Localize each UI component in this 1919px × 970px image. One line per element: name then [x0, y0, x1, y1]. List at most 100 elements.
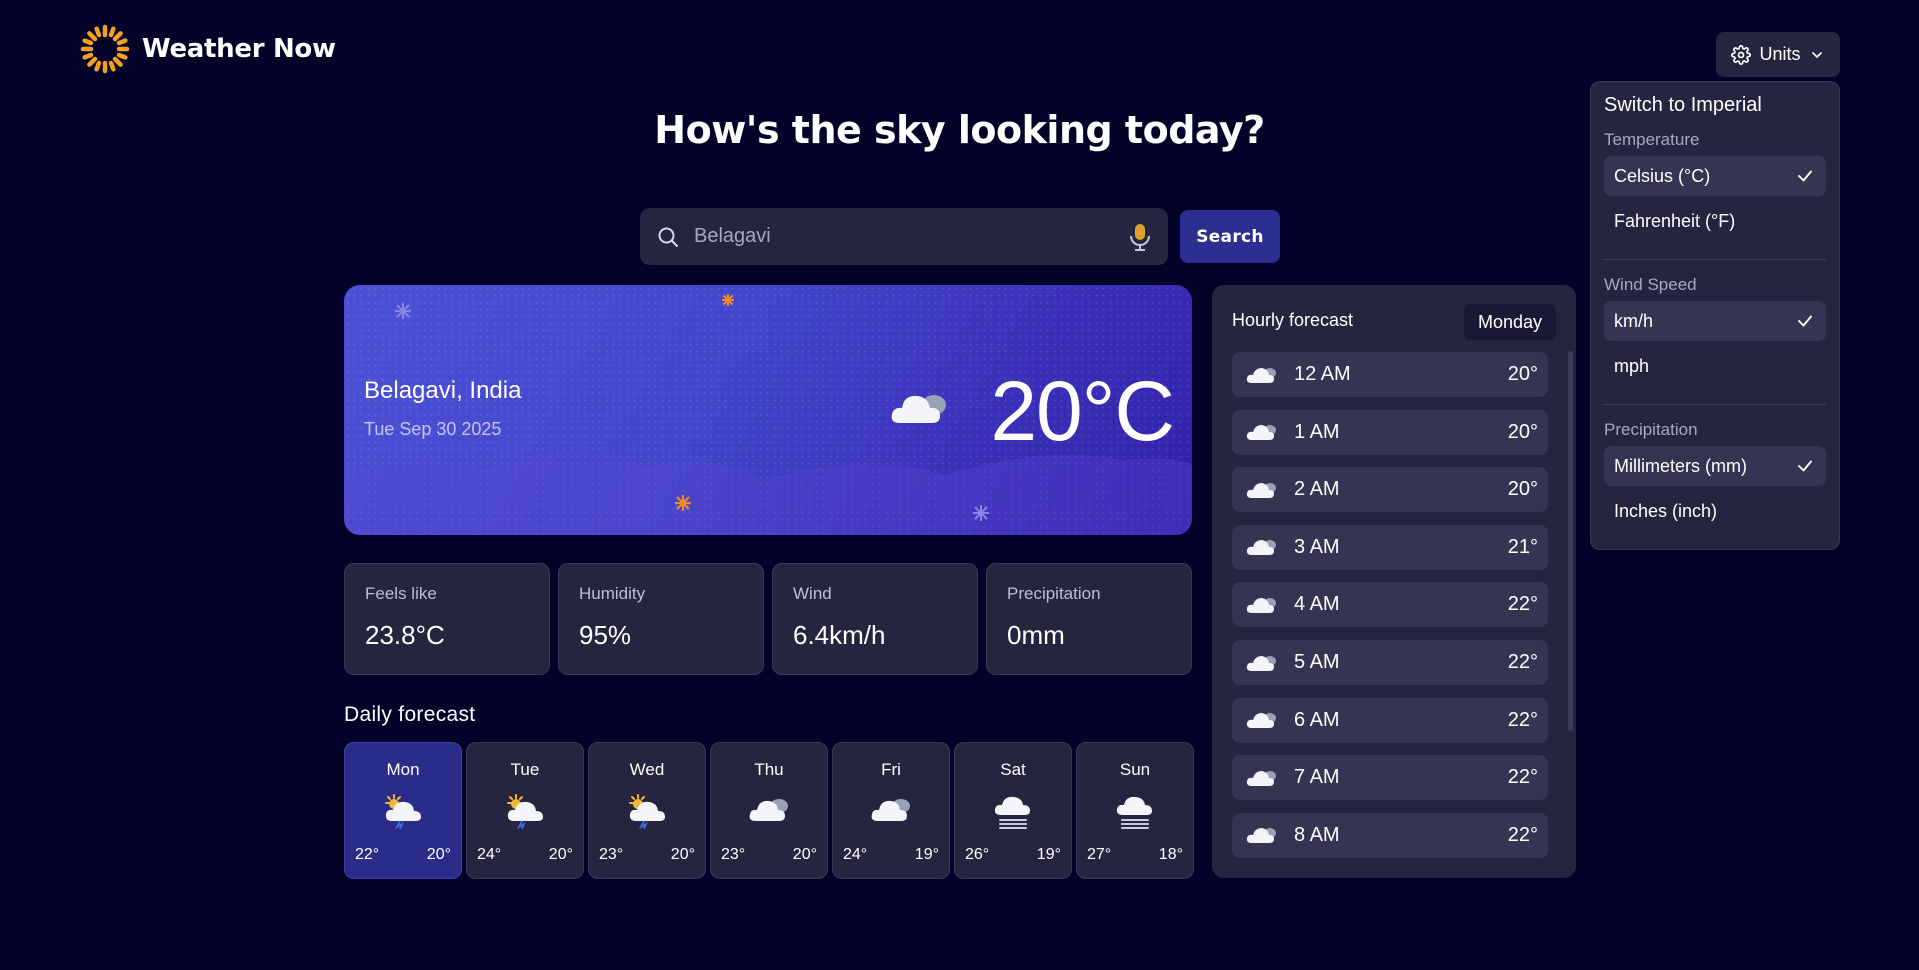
search-box[interactable]: [640, 208, 1168, 265]
microphone-icon[interactable]: [1128, 222, 1152, 252]
search-button[interactable]: Search: [1180, 210, 1280, 263]
unit-option-label: Millimeters (mm): [1614, 455, 1747, 476]
day-card-sun[interactable]: Sun 27° 18°: [1076, 742, 1194, 879]
day-name: Tue: [510, 760, 540, 779]
stat-label: Precipitation: [1007, 584, 1101, 603]
switch-to-imperial-button[interactable]: Switch to Imperial: [1604, 94, 1762, 117]
hour-time: 5 AM: [1294, 651, 1340, 673]
hour-temp: 22°: [1507, 766, 1538, 789]
day-name: Sat: [1000, 760, 1026, 779]
partly-cloudy-icon: [870, 793, 912, 829]
temperature-section-title: Temperature: [1604, 130, 1700, 149]
day-card-fri[interactable]: Fri 24° 19°: [832, 742, 950, 879]
hour-temp: 22°: [1507, 651, 1538, 673]
checkmark-icon: [1798, 315, 1812, 327]
hourly-scrollbar[interactable]: [1568, 351, 1573, 731]
day-select-dropdown[interactable]: Monday: [1464, 304, 1556, 340]
search-input[interactable]: [694, 225, 1114, 248]
sparkle-decoration: [973, 505, 989, 521]
gear-icon: [1731, 44, 1752, 65]
day-high-temp: 22°: [355, 846, 380, 863]
hourly-row: 3 AM 21°: [1232, 524, 1548, 570]
cloud-icon: [1246, 710, 1278, 730]
stat-card-humidity: Humidity 95%: [558, 563, 764, 675]
checkmark-icon: [1798, 170, 1812, 182]
day-card-wed[interactable]: Wed 23° 20°: [588, 742, 706, 879]
current-temperature: 20°C: [990, 364, 1175, 458]
unit-option-kmh[interactable]: km/h: [1604, 301, 1826, 341]
current-location: Belagavi, India: [364, 377, 522, 404]
app-brand[interactable]: Weather Now: [80, 24, 336, 74]
day-high-temp: 24°: [477, 846, 502, 863]
hourly-forecast-panel: Hourly forecast Monday 12 AM 20° 1 AM 20° 2 …: [1212, 285, 1576, 878]
day-card-tue[interactable]: Tue 24° 20°: [466, 742, 584, 879]
cloud-icon: [1246, 825, 1278, 845]
day-high-temp: 23°: [599, 846, 624, 863]
unit-option-inches[interactable]: Inches (inch): [1604, 491, 1826, 531]
unit-option-mph[interactable]: mph: [1604, 346, 1826, 386]
hourly-row: 2 AM 20°: [1232, 467, 1548, 513]
day-low-temp: 20°: [426, 846, 451, 863]
day-name: Sun: [1119, 760, 1151, 779]
hour-temp: 21°: [1507, 535, 1538, 558]
hour-temp: 22°: [1507, 823, 1538, 846]
storm-icon: [504, 793, 546, 833]
day-card-sat[interactable]: Sat 26° 19°: [954, 742, 1072, 879]
unit-option-millimeters[interactable]: Millimeters (mm): [1604, 446, 1826, 486]
day-low-temp: 20°: [792, 846, 817, 863]
menu-divider: [1604, 404, 1826, 405]
units-button[interactable]: Units: [1716, 32, 1840, 77]
cloud-icon: [1246, 365, 1278, 385]
day-name: Wed: [629, 760, 665, 779]
stat-card-wind: Wind 6.4km/h: [772, 563, 978, 675]
current-weather-card: Belagavi, India Tue Sep 30 2025 20°C: [344, 285, 1192, 535]
hour-temp: 20°: [1507, 363, 1538, 385]
precipitation-section-title: Precipitation: [1604, 420, 1698, 439]
day-name: Fri: [881, 760, 901, 779]
hour-time: 12 AM: [1294, 363, 1351, 385]
fog-icon: [992, 793, 1034, 833]
day-card-thu[interactable]: Thu 23° 20°: [710, 742, 828, 879]
stat-value: 6.4km/h: [793, 620, 886, 650]
unit-option-celsius[interactable]: Celsius (°C): [1604, 156, 1826, 196]
day-low-temp: 18°: [1158, 846, 1183, 863]
cloud-icon: [1246, 422, 1278, 442]
day-high-temp: 24°: [843, 846, 868, 863]
day-low-temp: 19°: [914, 846, 939, 863]
sparkle-decoration: [675, 495, 691, 511]
daily-forecast-title: Daily forecast: [344, 703, 476, 726]
partly-cloudy-icon: [891, 395, 946, 423]
stat-card-feels-like: Feels like 23.8°C: [344, 563, 550, 675]
day-low-temp: 20°: [670, 846, 695, 863]
unit-option-fahrenheit[interactable]: Fahrenheit (°F): [1604, 201, 1826, 241]
hourly-row: 12 AM 20°: [1232, 352, 1548, 397]
hour-time: 6 AM: [1294, 708, 1340, 731]
units-dropdown-menu: Switch to Imperial Temperature Celsius (…: [1590, 81, 1840, 550]
stat-value: 23.8°C: [365, 620, 445, 650]
hour-time: 3 AM: [1294, 535, 1340, 558]
stat-label: Feels like: [365, 584, 437, 603]
hourly-forecast-title: Hourly forecast: [1232, 310, 1354, 330]
cloud-icon: [1246, 480, 1278, 500]
unit-option-label: km/h: [1614, 310, 1654, 331]
hour-temp: 20°: [1507, 478, 1538, 501]
day-high-temp: 26°: [965, 846, 990, 863]
hourly-row: 1 AM 20°: [1232, 409, 1548, 455]
cloud-icon: [1246, 537, 1278, 557]
unit-option-label: mph: [1614, 355, 1650, 376]
hour-time: 8 AM: [1294, 823, 1340, 846]
hour-time: 7 AM: [1294, 766, 1340, 789]
storm-icon: [382, 793, 424, 833]
wind-section-title: Wind Speed: [1604, 275, 1697, 294]
units-button-label: Units: [1759, 44, 1801, 64]
checkmark-icon: [1798, 460, 1812, 472]
hour-time: 1 AM: [1294, 420, 1340, 443]
stat-label: Humidity: [579, 584, 646, 603]
unit-option-label: Celsius (°C): [1614, 165, 1711, 186]
unit-option-label: Fahrenheit (°F): [1614, 210, 1736, 231]
cloud-icon: [1246, 768, 1278, 788]
day-high-temp: 23°: [721, 846, 746, 863]
stat-label: Wind: [793, 584, 832, 603]
day-card-mon[interactable]: Mon 22° 20°: [344, 742, 462, 879]
stat-value: 95%: [579, 620, 632, 650]
